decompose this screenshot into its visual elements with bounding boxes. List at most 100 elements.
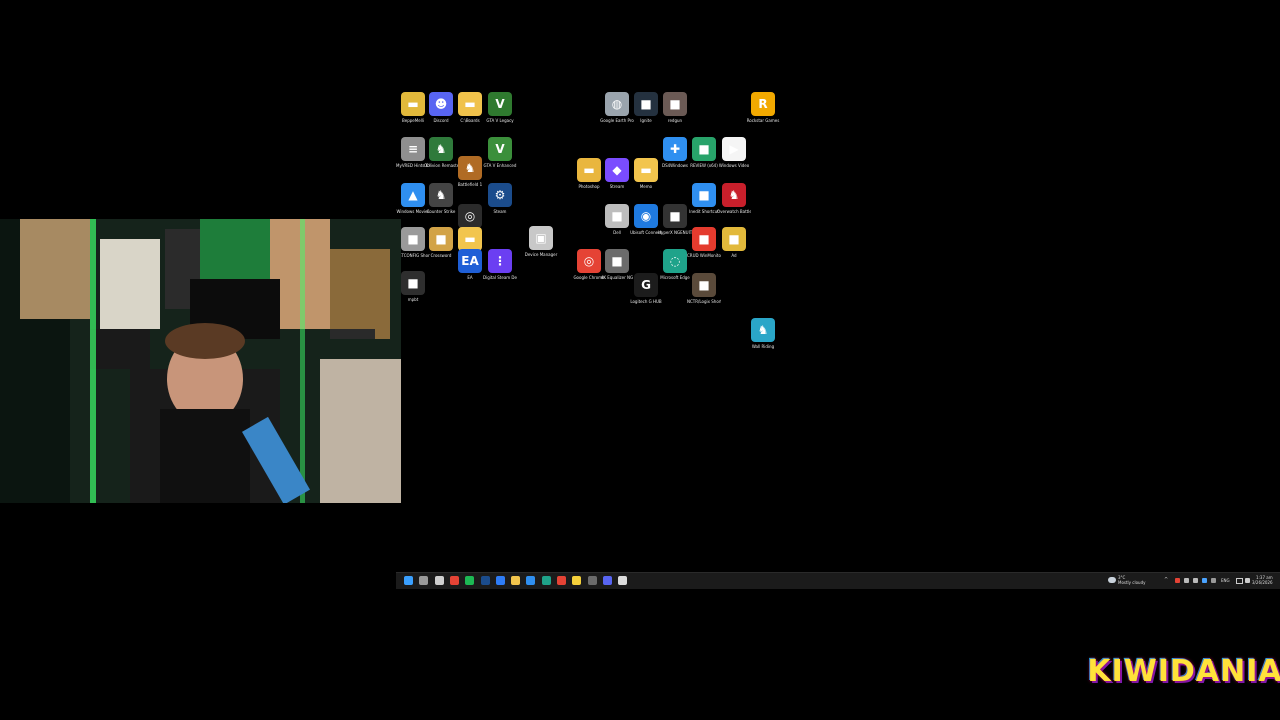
desktop-icon[interactable]: ■ Crossword [426,227,456,258]
desktop-icon-label: Logitech G HUB [630,299,662,304]
desktop-icon[interactable]: G Logitech G HUB [630,273,662,304]
desktop-icon[interactable]: ◌ Microsoft Edge [660,249,690,280]
file-icon: ≡ [401,137,425,161]
game-icon: ♞ [429,137,453,161]
desktop-icon[interactable]: ♞ Oblivion Remastered [424,137,458,168]
discord-icon[interactable] [602,576,612,585]
tray-app-icon[interactable] [1193,578,1198,583]
app-icon: ■ [663,204,687,228]
folder-icon: ▬ [634,158,658,182]
desktop-icon[interactable]: ☻ Discord [426,92,456,123]
desktop-icon[interactable]: ◆ Stream [602,158,632,189]
windows-start-icon[interactable] [404,576,413,585]
gta-icon: V [488,92,512,116]
task-view-icon[interactable] [419,576,429,585]
network-icon[interactable] [1236,578,1243,584]
poster-art [20,219,90,319]
store-icon[interactable] [526,576,536,585]
spotify-icon[interactable] [465,576,475,585]
edge-icon[interactable] [541,576,551,585]
desktop-icon[interactable]: ▣ Device Manager [525,226,557,257]
logitech-icon: G [634,273,658,297]
desktop-icon-label: GTA V Enhanced [483,163,517,168]
edge-icon: ◌ [663,249,687,273]
tray-app-icon[interactable] [1202,578,1207,583]
app-icon: ■ [605,204,629,228]
desktop-icon-label: Steam [493,209,507,214]
desktop-icon[interactable]: ■ Inedit Shortcut [689,183,719,214]
desktop-icon[interactable]: ⋮ Digital Steam Deck [483,249,517,280]
desktop-icon[interactable]: ■ HyperX NGENUITY [658,204,692,235]
shield-icon[interactable] [434,576,444,585]
desktop-icon-label: GTA V Legacy [486,118,514,123]
desktop-icon-label: Oblivion Remastered [424,163,458,168]
webcam-feed-image [0,219,401,503]
desktop-icon[interactable]: ■ 4K Equalizer NG [600,249,634,280]
desktop-icon[interactable]: ▶ Windows Video [719,137,749,168]
desktop-icon-label: Ad [731,253,737,258]
app-icon: ■ [429,227,453,251]
volume-icon[interactable] [1245,578,1250,583]
gta-icon: V [488,137,512,161]
desktop-icon[interactable]: V GTA V Enhanced [483,137,517,168]
desktop-icon[interactable]: ♞ Counter Strike [426,183,456,214]
desktop-icon[interactable]: ⚙ Steam [485,183,515,214]
tray-app-icon[interactable] [1211,578,1216,583]
desktop-icon[interactable]: ■ Dell [602,204,632,235]
desktop-icon[interactable]: ■ CRUD WinMonitor [687,227,721,258]
weather-widget[interactable]: 3°C Mostly cloudy [1108,575,1148,586]
desktop-icon[interactable]: ♞ Wall Riding [748,318,778,349]
grid-icon: ⋮ [488,249,512,273]
game-icon: ♞ [751,318,775,342]
desktop-icon[interactable]: ◍ Google Earth Pro [600,92,634,123]
app-icon: ■ [692,273,716,297]
desktop-icon[interactable]: ▬ C:\Boards [455,92,485,123]
app-icon: ■ [692,183,716,207]
desktop-icon-label: 4K Equalizer NG [600,275,634,280]
folder-icon[interactable] [511,576,521,585]
steam-icon[interactable] [480,576,490,585]
clock-date[interactable]: 3/26/2026 [1252,580,1273,585]
desktop-icon-label: Memo [639,184,653,189]
desktop-icon[interactable]: ■ Ad [719,227,749,258]
desktop-icon-label: NCTR/Logix Shortcut [687,299,721,304]
app-icon[interactable] [449,576,459,585]
desktop-icon[interactable]: ■ mpbt [398,271,428,302]
app-icon[interactable] [495,576,505,585]
controller-icon: ✚ [663,137,687,161]
tray-chevron-icon[interactable]: ^ [1164,577,1168,583]
desktop-icon[interactable]: ♞ Battlefield 1 [455,156,485,187]
tray-app-icon[interactable] [1175,578,1180,583]
desktop-icon[interactable]: ■ NCTR/Logix Shortcut [687,273,721,304]
desktop-icon-label: CRUD WinMonitor [687,253,721,258]
app-icon[interactable] [587,576,597,585]
game-icon: ♞ [722,183,746,207]
app-icon: ■ [692,227,716,251]
game-icon: ♞ [429,183,453,207]
language-indicator[interactable]: ENG [1221,578,1230,583]
app-icon: ■ [692,137,716,161]
tray-app-icon[interactable] [1184,578,1189,583]
chrome-icon[interactable] [557,576,566,585]
app-icon: ■ [401,227,425,251]
taskbar: 3°C Mostly cloudy ^ ENG 1:37 am 3/26/202… [396,572,1280,589]
play-icon: ▶ [722,137,746,161]
desktop-icon-label: EA [467,275,473,280]
desktop-icon[interactable]: ■ Ignite [631,92,661,123]
desktop-icon[interactable]: ■ redgun [660,92,690,123]
desktop-icon[interactable]: R Rockstar Games [747,92,779,123]
desktop: ▬ BeppeMelli ☻ Discord ▬ C:\Boards V GTA V Lega… [396,88,1280,570]
desktop-icon[interactable]: ▬ Memo [631,158,661,189]
app-icon[interactable] [618,576,628,585]
cloud-icon [1108,577,1116,583]
desktop-icon[interactable]: ✚ DS4Windows [660,137,690,168]
desktop-icon[interactable]: EA EA [455,249,485,280]
webcam-overlay [0,219,401,503]
desktop-icon[interactable]: ♞ Overwatch Battle Academy [717,183,751,214]
app-icon[interactable] [572,576,582,585]
desktop-icon-label: HyperX NGENUITY [658,230,692,235]
desktop-icon[interactable]: ◉ Ubisoft Connect [630,204,662,235]
desktop-icon[interactable]: V GTA V Legacy [485,92,515,123]
app-icon: ■ [634,92,658,116]
desktop-icon[interactable]: ■ REVIEW (x64) [689,137,719,168]
